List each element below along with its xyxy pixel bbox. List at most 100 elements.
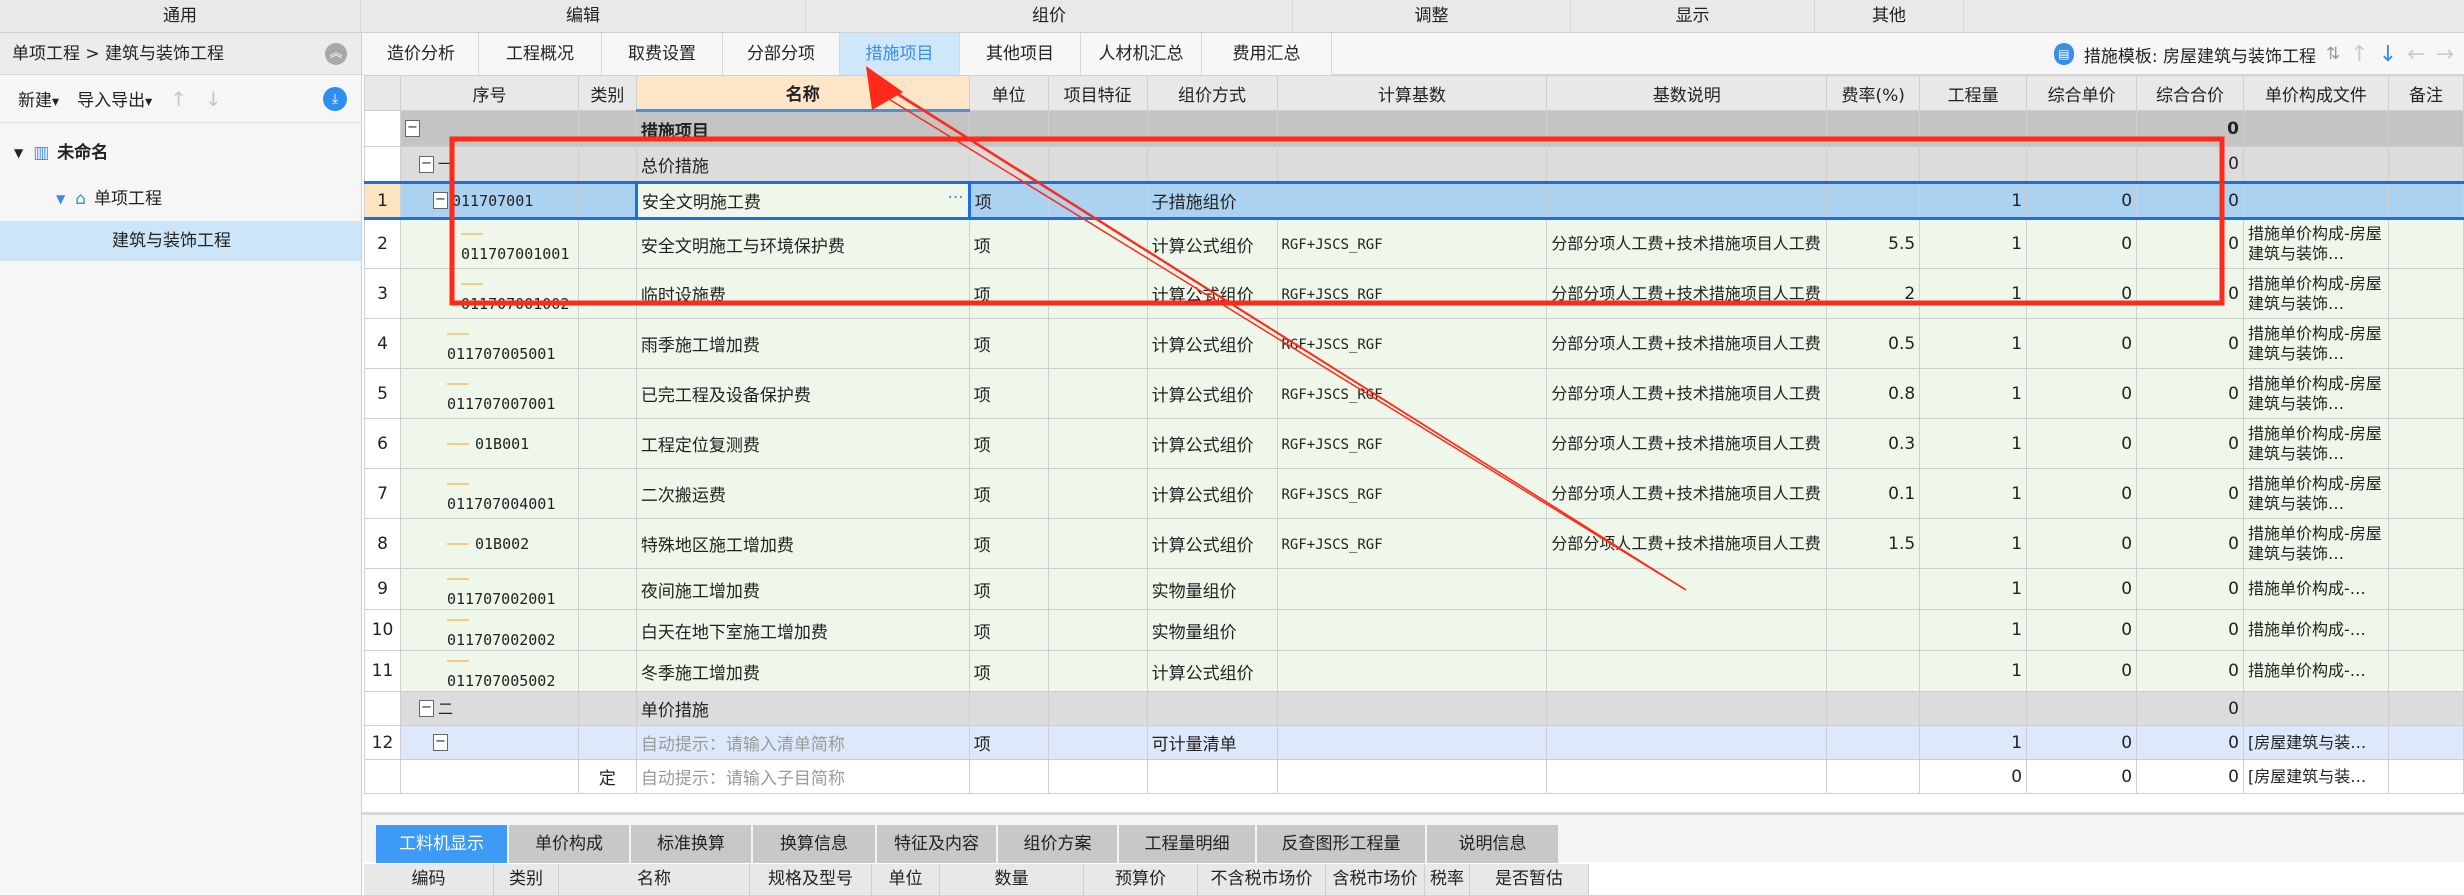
table-row[interactable]: 1 −011707001 安全文明施工费 ··· 项 子措施组价 1 0 0 <box>364 181 2464 220</box>
cell-price[interactable]: 0 <box>2026 318 2138 369</box>
cell-qty[interactable]: 1 <box>1919 368 2028 419</box>
table-row[interactable]: 10 011707002002 白天在地下室施工增加费项实物量组价 1 0 0 措施单价构成… <box>364 609 2464 651</box>
cell-qty[interactable] <box>1919 146 2028 183</box>
cell-rate[interactable] <box>1826 759 1921 794</box>
detail-column-header[interactable]: 单位 <box>872 864 940 895</box>
column-header[interactable]: 工程量 <box>1919 75 2028 111</box>
detail-column-header[interactable]: 税率 <box>1425 864 1470 895</box>
cell-type[interactable] <box>577 146 637 183</box>
cell-qty[interactable]: 1 <box>1919 609 2028 651</box>
cell-code[interactable]: 011707001001 <box>399 218 579 269</box>
cell-note[interactable] <box>2387 691 2464 726</box>
cell-feature[interactable] <box>1047 110 1148 147</box>
cell-feature[interactable] <box>1047 759 1148 794</box>
column-header[interactable]: 单价构成文件 <box>2242 75 2389 111</box>
cell-qty[interactable]: 1 <box>1919 725 2028 760</box>
cell-code[interactable]: − 一 <box>399 146 579 183</box>
cell-desc[interactable] <box>1546 759 1828 794</box>
cell-method[interactable]: 计算公式组价 <box>1146 268 1278 319</box>
cell-desc[interactable]: 分部分项人工费+技术措施项目人工费 <box>1546 268 1828 319</box>
collapse-toggle-icon[interactable]: − <box>418 700 434 717</box>
table-row[interactable]: 11 011707005002 冬季施工增加费 项 计算公式组价 1 0 0 措施单价构成-… <box>364 650 2464 692</box>
cell-name[interactable]: 已完工程及设备保护费 <box>635 368 970 419</box>
download-icon[interactable]: ⤓ <box>323 87 347 111</box>
cell-total[interactable]: 0 <box>2136 568 2244 610</box>
cell-method[interactable] <box>1146 691 1278 726</box>
table-row[interactable]: 4 011707005001 雨季施工增加费 项 计算公式组价 RGF+JSCS_RGF 分… <box>364 318 2464 369</box>
cell-file[interactable]: 措施单价构成-房屋建筑与装饰… <box>2242 218 2389 269</box>
cell-type[interactable] <box>577 691 637 726</box>
table-row[interactable]: 定 自动提示：请输入子目简称 0 0 0 [房屋建筑与装… <box>364 759 2464 794</box>
detail-tab[interactable]: 特征及内容 <box>877 825 998 863</box>
cell-rate[interactable]: 0.3 <box>1826 418 1921 469</box>
expand-icon[interactable]: ▼ <box>56 179 65 219</box>
cell-feature[interactable] <box>1047 609 1148 651</box>
cell-unit[interactable]: 项 <box>968 468 1049 519</box>
cell-type[interactable] <box>577 609 637 651</box>
cell-name[interactable]: 冬季施工增加费 <box>635 650 970 692</box>
cell-type[interactable] <box>577 181 637 220</box>
cell-idx[interactable]: 5 <box>364 368 401 419</box>
cell-method[interactable]: 计算公式组价 <box>1146 368 1278 419</box>
cell-idx[interactable]: 2 <box>364 218 401 269</box>
cell-total[interactable]: 0 <box>2136 468 2244 519</box>
cell-desc[interactable]: 分部分项人工费+技术措施项目人工费 <box>1546 468 1828 519</box>
cell-desc[interactable] <box>1546 725 1828 760</box>
cell-unit[interactable]: 项 <box>968 518 1049 569</box>
cell-note[interactable] <box>2387 268 2464 319</box>
cell-type[interactable]: 定 <box>577 759 637 794</box>
cell-name[interactable]: 安全文明施工与环境保护费 <box>635 218 970 269</box>
cell-rate[interactable]: 0.8 <box>1826 368 1921 419</box>
cell-total[interactable]: 0 <box>2136 146 2244 183</box>
cell-unit[interactable]: 项 <box>968 181 1049 220</box>
cell-note[interactable] <box>2387 518 2464 569</box>
cell-idx[interactable]: 4 <box>364 318 401 369</box>
column-header[interactable]: 类别 <box>577 75 637 111</box>
cell-note[interactable] <box>2387 568 2464 610</box>
cell-desc[interactable]: 分部分项人工费+技术措施项目人工费 <box>1546 318 1828 369</box>
cell-feature[interactable] <box>1047 218 1148 269</box>
cell-unit[interactable]: 项 <box>968 368 1049 419</box>
cell-note[interactable] <box>2387 609 2464 651</box>
detail-column-header[interactable]: 数量 <box>940 864 1084 895</box>
cell-rate[interactable]: 0.5 <box>1826 318 1921 369</box>
more-icon[interactable]: ··· <box>947 188 963 208</box>
cell-idx[interactable] <box>364 110 401 147</box>
cell-feature[interactable] <box>1047 518 1148 569</box>
cell-note[interactable] <box>2387 759 2464 794</box>
cell-total[interactable]: 0 <box>2136 691 2244 726</box>
sort-icon[interactable]: ⇅ <box>2326 44 2340 64</box>
cell-code[interactable]: 011707005002 <box>399 650 579 692</box>
tab-cost-analysis[interactable]: 造价分析 <box>364 33 479 75</box>
cell-unit[interactable]: 项 <box>968 609 1049 651</box>
tab-labor-material-summary[interactable]: 人材机汇总 <box>1081 33 1202 75</box>
cell-idx[interactable]: 1 <box>364 181 401 220</box>
cell-desc[interactable] <box>1546 691 1828 726</box>
cell-file[interactable]: 措施单价构成-房屋建筑与装饰… <box>2242 468 2389 519</box>
cell-unit[interactable] <box>968 691 1049 726</box>
cell-method[interactable]: 计算公式组价 <box>1146 518 1278 569</box>
cell-file[interactable] <box>2242 146 2389 183</box>
import-export-button[interactable]: 导入导出▾ <box>77 86 152 111</box>
table-row[interactable]: − 措施项目 0 <box>364 110 2464 147</box>
cell-unit[interactable]: 项 <box>968 568 1049 610</box>
cell-total[interactable]: 0 <box>2136 110 2244 147</box>
cell-qty[interactable] <box>1919 691 2028 726</box>
cell-rate[interactable] <box>1826 146 1921 183</box>
column-header[interactable]: 计算基数 <box>1276 75 1548 111</box>
cell-method[interactable]: 计算公式组价 <box>1146 218 1278 269</box>
cell-file[interactable] <box>2242 691 2389 726</box>
tree-node-single-project[interactable]: ▼ ⌂ 单项工程 <box>0 179 361 219</box>
cell-method[interactable]: 计算公式组价 <box>1146 468 1278 519</box>
cell-name[interactable]: 工程定位复测费 <box>635 418 970 469</box>
menu-display[interactable]: 显示 <box>1571 0 1815 33</box>
cell-method[interactable]: 实物量组价 <box>1146 609 1278 651</box>
cell-total[interactable]: 0 <box>2136 725 2244 760</box>
detail-column-header[interactable]: 是否暂估 <box>1470 864 1589 895</box>
cell-method[interactable]: 子措施组价 <box>1146 181 1278 220</box>
cell-method[interactable]: 实物量组价 <box>1146 568 1278 610</box>
cell-rate[interactable] <box>1826 181 1921 220</box>
cell-feature[interactable] <box>1047 725 1148 760</box>
cell-method[interactable]: 计算公式组价 <box>1146 318 1278 369</box>
cell-name[interactable]: 临时设施费 <box>635 268 970 319</box>
